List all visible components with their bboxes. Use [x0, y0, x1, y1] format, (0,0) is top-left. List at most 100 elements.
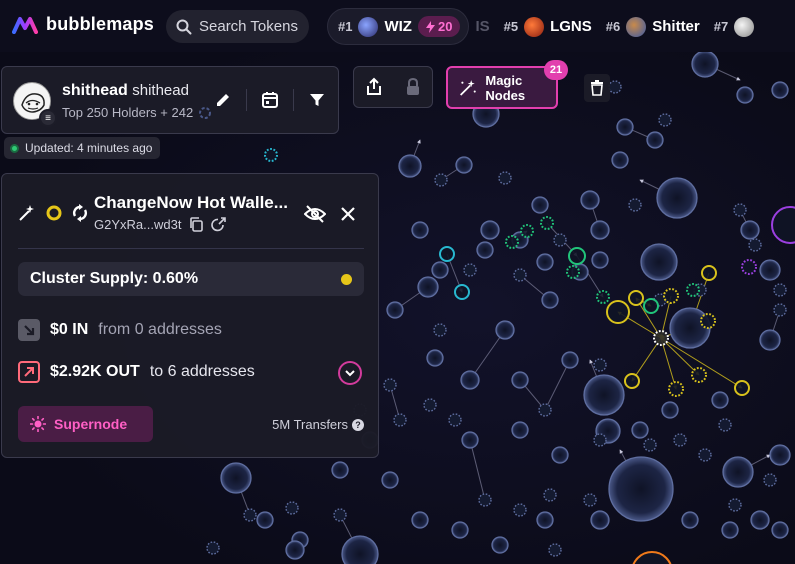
calendar-icon[interactable] [261, 91, 279, 109]
holder-bubble[interactable] [411, 511, 429, 529]
cluster-bubble[interactable] [686, 283, 700, 297]
external-link-icon[interactable] [211, 217, 227, 232]
cluster-bubble[interactable] [520, 224, 534, 238]
pencil-icon[interactable] [214, 91, 232, 109]
contract-bubble[interactable] [513, 503, 527, 517]
contract-bubble[interactable] [498, 171, 512, 185]
cluster-bubble[interactable] [624, 373, 640, 389]
holder-bubble[interactable] [536, 511, 554, 529]
contract-bubble[interactable] [553, 233, 567, 247]
holder-bubble[interactable] [740, 220, 760, 240]
holder-bubble[interactable] [646, 131, 664, 149]
contract-bubble[interactable] [593, 433, 607, 447]
contract-bubble[interactable] [206, 541, 220, 555]
holder-bubble[interactable] [541, 291, 559, 309]
holder-bubble[interactable] [608, 456, 674, 522]
contract-bubble[interactable] [543, 488, 557, 502]
cluster-bubble[interactable] [632, 551, 672, 564]
cluster-bubble[interactable] [540, 216, 554, 230]
holder-bubble[interactable] [711, 391, 729, 409]
holder-bubble[interactable] [398, 154, 422, 178]
holder-bubble[interactable] [285, 540, 305, 560]
holder-bubble[interactable] [256, 511, 274, 529]
holder-bubble[interactable] [640, 243, 678, 281]
holder-bubble[interactable] [455, 156, 473, 174]
holder-bubble[interactable] [590, 220, 610, 240]
cluster-bubble[interactable] [734, 380, 750, 396]
cluster-bubble[interactable] [566, 265, 580, 279]
holder-bubble[interactable] [480, 220, 500, 240]
holder-bubble[interactable] [451, 521, 469, 539]
holder-bubble[interactable] [721, 521, 739, 539]
search-tokens-button[interactable]: Search Tokens [166, 10, 309, 43]
contract-bubble[interactable] [628, 198, 642, 212]
holder-bubble[interactable] [616, 118, 634, 136]
contract-bubble[interactable] [285, 501, 299, 515]
magic-nodes-button[interactable]: Magic Nodes 21 [446, 60, 568, 109]
cluster-bubble[interactable] [701, 265, 717, 281]
holder-bubble[interactable] [536, 253, 554, 271]
contract-bubble[interactable] [748, 238, 762, 252]
holder-bubble[interactable] [736, 86, 754, 104]
holder-bubble[interactable] [759, 259, 781, 281]
holder-bubble[interactable] [431, 261, 449, 279]
cluster-bubble[interactable] [771, 206, 795, 244]
holder-bubble[interactable] [561, 351, 579, 369]
holder-bubble[interactable] [750, 510, 770, 530]
lock-icon[interactable] [405, 77, 421, 97]
contract-bubble[interactable] [383, 378, 397, 392]
holder-bubble[interactable] [386, 301, 404, 319]
holder-bubble[interactable] [491, 536, 509, 554]
logo[interactable]: bubblemaps [12, 14, 154, 35]
contract-bubble[interactable] [434, 173, 448, 187]
cluster-bubble[interactable] [643, 298, 659, 314]
holder-bubble[interactable] [461, 431, 479, 449]
holder-bubble[interactable] [531, 196, 549, 214]
cluster-bubble[interactable] [568, 247, 586, 265]
token-shitter[interactable]: #6 Shitter [606, 16, 700, 37]
contract-bubble[interactable] [773, 303, 787, 317]
contract-bubble[interactable] [423, 398, 437, 412]
magic-wand-icon[interactable] [18, 204, 36, 222]
holder-bubble[interactable] [656, 177, 698, 219]
holder-bubble[interactable] [341, 535, 379, 564]
holder-bubble[interactable] [771, 81, 789, 99]
holder-bubble[interactable] [669, 307, 711, 349]
cluster-bubble[interactable] [596, 290, 610, 304]
holder-bubble[interactable] [417, 276, 439, 298]
token-7[interactable]: #7 [714, 16, 755, 37]
cluster-bubble[interactable] [653, 330, 669, 346]
cluster-bubble[interactable] [264, 148, 278, 162]
cluster-bubble[interactable] [505, 235, 519, 249]
holder-bubble[interactable] [631, 421, 649, 439]
contract-bubble[interactable] [673, 433, 687, 447]
contract-bubble[interactable] [463, 263, 477, 277]
contract-bubble[interactable] [773, 283, 787, 297]
contract-bubble[interactable] [728, 498, 742, 512]
contract-bubble[interactable] [583, 493, 597, 507]
help-icon[interactable]: ? [352, 418, 364, 431]
contract-bubble[interactable] [433, 323, 447, 337]
holder-bubble[interactable] [591, 251, 609, 269]
holder-bubble[interactable] [220, 462, 252, 494]
holder-bubble[interactable] [691, 50, 719, 78]
cluster-bubble[interactable] [628, 290, 644, 306]
share-icon[interactable] [365, 77, 383, 97]
holder-bubble[interactable] [661, 401, 679, 419]
contract-bubble[interactable] [643, 438, 657, 452]
holder-bubble[interactable] [611, 151, 629, 169]
holder-bubble[interactable] [381, 471, 399, 489]
holder-bubble[interactable] [769, 444, 791, 466]
copy-icon[interactable] [189, 217, 204, 232]
holder-bubble[interactable] [426, 349, 444, 367]
contract-bubble[interactable] [538, 403, 552, 417]
token-lgns[interactable]: #5 LGNS [504, 16, 592, 37]
contract-bubble[interactable] [593, 358, 607, 372]
cluster-bubble[interactable] [700, 313, 716, 329]
contract-bubble[interactable] [393, 413, 407, 427]
contract-bubble[interactable] [698, 448, 712, 462]
token-wiz[interactable]: #1 WIZ 20 [327, 8, 470, 45]
contract-bubble[interactable] [448, 413, 462, 427]
holder-bubble[interactable] [331, 461, 349, 479]
contract-bubble[interactable] [548, 543, 562, 557]
